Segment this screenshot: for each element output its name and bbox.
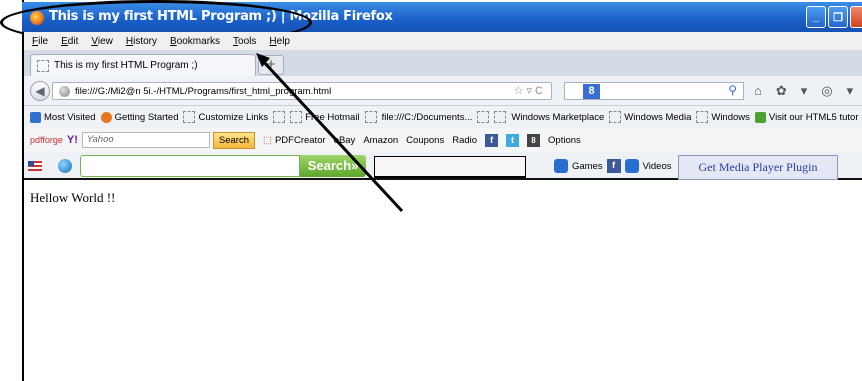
addon-icon[interactable]: ✿ xyxy=(776,83,787,99)
tab-active[interactable]: This is my first HTML Program ;) xyxy=(30,54,256,76)
pdf-icon: ⬚ xyxy=(262,134,272,146)
search-engine-icon[interactable]: 8 xyxy=(583,83,600,99)
twitter-icon[interactable]: t xyxy=(506,133,520,147)
menu-view[interactable]: View xyxy=(91,36,113,47)
gplus-icon[interactable]: 8 xyxy=(527,133,541,147)
bookmark-free-hotmail[interactable]: Free Hotmail xyxy=(290,111,360,123)
globe-icon[interactable] xyxy=(58,159,72,173)
back-button[interactable]: ◀ xyxy=(30,81,50,101)
page-icon xyxy=(364,111,377,123)
close-button[interactable] xyxy=(850,6,862,28)
html5-icon xyxy=(754,111,766,123)
dropdown-icon[interactable]: ▾ xyxy=(847,83,854,99)
bookmark-file-documents[interactable]: file:///C:/Documents... xyxy=(382,112,473,123)
bookmark-blank[interactable] xyxy=(273,111,286,123)
menu-bookmarks[interactable]: Bookmarks xyxy=(170,36,220,47)
facebook-icon[interactable]: f xyxy=(606,159,621,173)
media-player-plugin-button[interactable]: Get Media Player Plugin xyxy=(678,155,838,180)
bookmark-most-visited[interactable]: Most Visited xyxy=(30,111,96,123)
page-icon xyxy=(609,111,622,123)
bookmark-windows-marketplace[interactable]: Windows Marketplace xyxy=(511,112,604,123)
bookmark-star-icon[interactable]: ☆ ▿ C xyxy=(514,84,543,97)
url-bar[interactable]: file:///G:/Mi2@n 5i.-/HTML/Programs/firs… xyxy=(52,82,552,100)
yahoo-search-button[interactable]: Search xyxy=(212,131,255,149)
bookmark-blank[interactable] xyxy=(364,111,377,123)
videos-button[interactable]: Videos xyxy=(643,161,672,172)
search-toolbar: Search» Games f Videos Get Media Player … xyxy=(24,152,862,180)
bookmark-windows[interactable]: Windows xyxy=(696,111,750,123)
minimize-button[interactable]: _ xyxy=(806,6,826,28)
page-icon xyxy=(494,111,507,123)
menu-help[interactable]: Help xyxy=(269,36,290,47)
bookmark-getting-started[interactable]: Getting Started xyxy=(100,111,178,123)
toolbar-icon[interactable]: ◎ xyxy=(821,83,832,99)
page-icon xyxy=(37,59,49,72)
videos-icon[interactable] xyxy=(624,159,639,173)
coupons-button[interactable]: Coupons xyxy=(406,135,444,146)
games-button[interactable]: Games xyxy=(572,161,603,172)
search-icon[interactable]: ⚲ xyxy=(728,83,737,97)
menu-tools[interactable]: Tools xyxy=(233,36,256,47)
dropdown-icon[interactable]: ▾ xyxy=(801,83,808,99)
games-icon[interactable] xyxy=(554,159,568,173)
yahoo-logo[interactable]: Y! xyxy=(67,134,78,146)
pdfcreator-button[interactable]: ⬚ PDFCreator xyxy=(263,135,326,146)
bookmarks-bar: Most Visited Getting Started Customize L… xyxy=(24,106,862,128)
firefox-icon xyxy=(100,111,112,123)
tab-label: This is my first HTML Program ;) xyxy=(54,60,198,71)
bookmark-icon xyxy=(30,111,41,123)
flag-icon[interactable] xyxy=(28,161,42,171)
bookmark-blank[interactable] xyxy=(477,111,490,123)
page-body-text: Hellow World !! xyxy=(30,190,116,205)
menu-history[interactable]: History xyxy=(126,36,157,47)
page-icon xyxy=(273,111,286,123)
bookmark-windows-media[interactable]: Windows Media xyxy=(609,111,691,123)
menu-edit[interactable]: Edit xyxy=(61,36,78,47)
facebook-icon[interactable]: f xyxy=(485,133,499,147)
page-icon xyxy=(290,111,303,123)
page-icon xyxy=(696,111,709,123)
options-button[interactable]: Options xyxy=(548,135,581,146)
menu-bar: File Edit View History Bookmarks Tools H… xyxy=(24,32,862,50)
home-icon[interactable]: ⌂ xyxy=(754,83,762,99)
yahoo-toolbar: pdfforge Y! Yahoo Search ⬚ PDFCreator eBa… xyxy=(24,128,862,152)
menu-file[interactable]: File xyxy=(32,36,48,47)
pdfforge-logo[interactable]: pdfforge xyxy=(30,135,63,145)
toolbar-blank-field[interactable] xyxy=(374,156,526,178)
search-box[interactable]: 8 ⚲ xyxy=(564,82,744,100)
yahoo-search-input[interactable]: Yahoo xyxy=(81,132,210,148)
tab-strip: This is my first HTML Program ;) + xyxy=(24,50,862,76)
bookmark-html5-tutor[interactable]: Visit our HTML5 tutor xyxy=(754,111,858,123)
radio-button[interactable]: Radio xyxy=(452,135,477,146)
amazon-button[interactable]: Amazon xyxy=(363,135,398,146)
bookmark-customize-links[interactable]: Customize Links xyxy=(183,111,268,123)
page-icon xyxy=(477,111,490,123)
restore-button[interactable]: ❐ xyxy=(828,6,848,28)
new-tab-button[interactable]: + xyxy=(258,55,284,75)
toolbar-search-input[interactable] xyxy=(80,155,300,177)
url-text: file:///G:/Mi2@n 5i.-/HTML/Programs/firs… xyxy=(75,85,332,97)
bookmark-blank[interactable] xyxy=(494,111,507,123)
site-identity-icon[interactable] xyxy=(59,85,70,97)
toolbar-search-button[interactable]: Search» xyxy=(300,155,366,177)
ebay-button[interactable]: eBay xyxy=(334,135,356,146)
page-icon xyxy=(183,111,196,123)
navigation-bar: ◀ file:///G:/Mi2@n 5i.-/HTML/Programs/fi… xyxy=(24,76,862,106)
